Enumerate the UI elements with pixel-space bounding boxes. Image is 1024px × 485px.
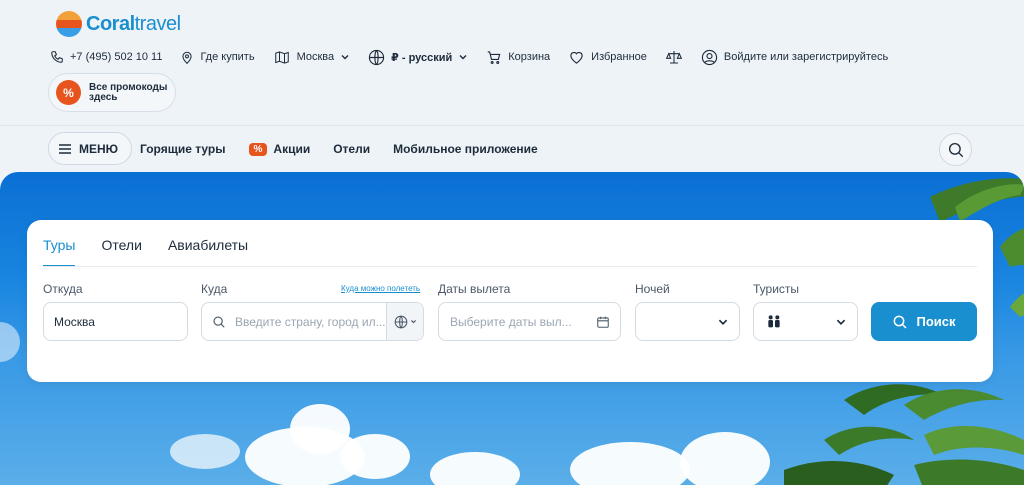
nav-link-label: Мобильное приложение [393,142,538,156]
cloud [570,442,690,485]
favorites-label: Избранное [591,51,647,63]
nav-link-mobile-app[interactable]: Мобильное приложение [393,142,538,156]
dates-label: Даты вылета [438,282,511,296]
destination-field[interactable]: Введите страну, город ил... [201,302,424,341]
city-label: Москва [296,51,335,63]
tab-flights[interactable]: Авиабилеты [168,237,248,267]
cart-icon [488,50,501,64]
tourists-select[interactable] [753,302,858,341]
city-selector[interactable]: Москва [273,50,351,65]
tourists-label: Туристы [753,282,800,296]
logo-text: Coraltravel [86,12,181,35]
site-search-button[interactable] [939,133,972,166]
search-submit-button[interactable]: Поиск [871,302,977,341]
info-bar: +7 (495) 502 10 11 Где купить Москва ₽ -… [50,46,906,68]
search-tabs: Туры Отели Авиабилеты [43,237,274,267]
nav-link-label: Акции [273,142,311,156]
nav-link-promotions[interactable]: % Акции [248,142,311,156]
currency-language-selector[interactable]: ₽ - русский [368,49,468,66]
cloud [170,434,240,469]
header: Coraltravel +7 (495) 502 10 11 Где купит… [0,0,1024,125]
from-value: Москва [54,314,95,329]
cloud [430,452,520,485]
nav-link-label: Горящие туры [140,142,226,156]
phone-link[interactable]: +7 (495) 502 10 11 [50,50,162,64]
search-icon [213,315,225,328]
dates-placeholder: Выберите даты выл... [450,314,572,329]
logo-icon [56,11,82,37]
destination-globe-button[interactable] [386,303,423,340]
promo-codes-label: Все промокоды здесь [89,81,168,103]
menu-label: МЕНЮ [79,141,119,156]
nights-select[interactable] [635,302,740,341]
search-form-card: Туры Отели Авиабилеты Откуда Москва Куда… [27,220,993,382]
compare-link[interactable] [665,49,683,65]
cloud [0,322,20,362]
where-can-fly-link[interactable]: Куда можно полететь [341,284,420,293]
phone-number: +7 (495) 502 10 11 [70,51,163,63]
from-field[interactable]: Москва [43,302,188,341]
nav-link-hotels[interactable]: Отели [333,142,370,156]
favorites-link[interactable]: Избранное [568,50,647,65]
chevron-down-icon [836,319,846,325]
nav-links: Горящие туры % Акции Отели Мобильное прил… [140,142,561,156]
where-to-buy-link[interactable]: Где купить [180,50,255,65]
phone-icon [51,51,63,63]
heart-icon [570,51,583,64]
globe-icon [394,315,407,328]
search-submit-label: Поиск [916,314,956,329]
main-nav: МЕНЮ Горящие туры % Акции Отели Мобильное… [0,125,1024,172]
hamburger-icon [59,143,71,154]
percent-badge: % [248,142,268,156]
chevron-down-icon [459,55,467,60]
scales-icon [665,51,683,64]
tabs-divider [43,266,977,267]
cart-label: Корзина [508,51,551,63]
nav-link-hot-tours[interactable]: Горящие туры [140,142,226,156]
from-label: Откуда [43,282,83,296]
login-link[interactable]: Войдите или зарегистрируйтесь [701,49,888,66]
tab-tours[interactable]: Туры [43,237,76,267]
where-to-buy-label: Где купить [200,51,255,63]
cloud [290,404,350,454]
dates-field[interactable]: Выберите даты выл... [438,302,621,341]
palm-tree-bottom-right [784,384,1024,485]
promo-codes-button[interactable]: % Все промокоды здесь [48,73,176,112]
chevron-down-icon [718,319,728,325]
search-icon [894,315,908,329]
login-label: Войдите или зарегистрируйтесь [723,51,889,63]
nav-link-label: Отели [333,142,371,156]
nights-label: Ночей [635,282,670,296]
globe-icon [368,49,385,65]
tab-hotels[interactable]: Отели [101,237,141,267]
currency-language-label: ₽ - русский [391,51,453,64]
chevron-down-icon [341,55,349,60]
destination-placeholder: Введите страну, город ил... [235,314,385,329]
search-icon [948,142,963,157]
calendar-icon [597,316,609,328]
cart-link[interactable]: Корзина [486,50,550,65]
cloud [680,432,770,485]
menu-button[interactable]: МЕНЮ [48,132,132,165]
location-pin-icon [182,51,193,64]
to-label: Куда [201,282,228,296]
people-icon [768,314,780,327]
cloud [340,434,410,479]
map-icon [274,50,289,64]
brand-logo[interactable]: Coraltravel [56,11,181,37]
user-icon [701,49,718,65]
percent-icon: % [56,80,81,105]
chevron-down-icon [410,320,416,324]
